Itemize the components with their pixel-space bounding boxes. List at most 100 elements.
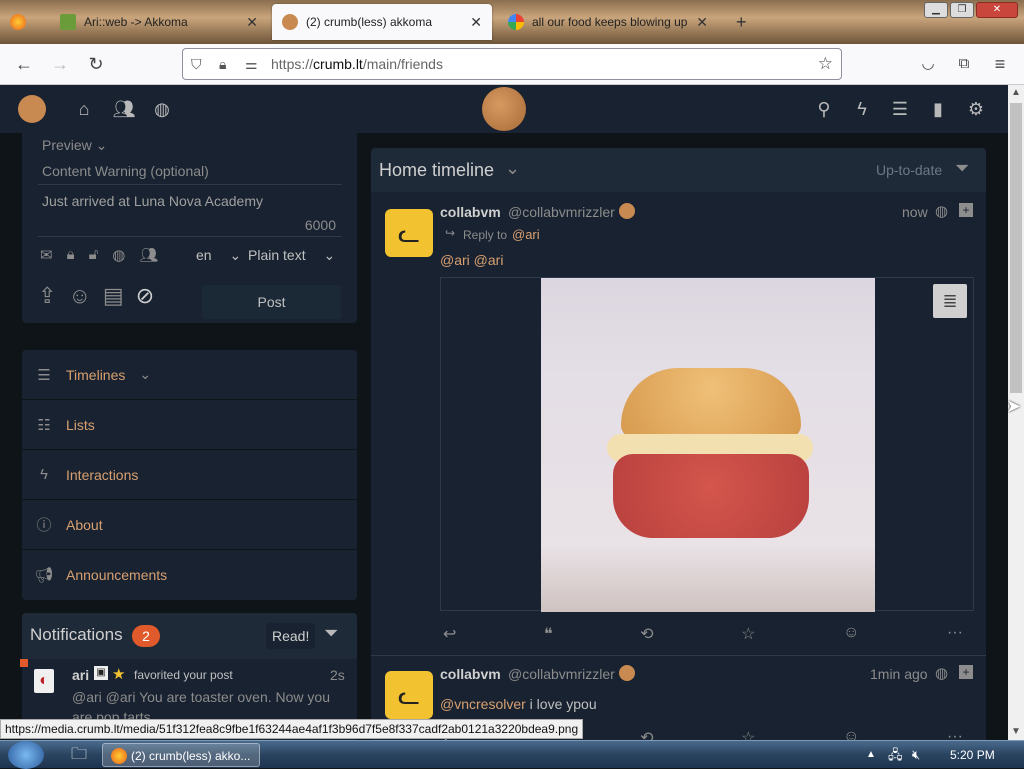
new-tab-button[interactable]: +	[726, 4, 756, 40]
pocket-icon[interactable]: ◡	[916, 52, 940, 76]
top-navigation: ⌂ 👥︎ ◍ ⚲ ϟ ☰ ▮ ⚙	[0, 85, 1008, 133]
emoji-react-icon[interactable]: ☺	[843, 728, 859, 740]
repeat-icon[interactable]: ⟲	[640, 624, 653, 644]
eye-slash-icon[interactable]: ⊘	[136, 283, 154, 309]
url-bar[interactable]: ⛉ 🔒︎ ⚌ https://crumb.lt/main/friends ☆	[182, 48, 842, 80]
alt-text-icon[interactable]: ≣	[933, 284, 967, 318]
start-button[interactable]	[8, 741, 44, 769]
search-icon[interactable]: ⚲	[812, 97, 836, 121]
taskbar-clock[interactable]: 5:20 PM	[950, 743, 995, 767]
compose-tools: ⇪ ☺ ▤ ⊘	[38, 283, 154, 309]
post-button[interactable]: Post	[202, 285, 341, 319]
post-mentions[interactable]: @ari @ari	[440, 252, 503, 268]
network-icon[interactable]: 🖧︎	[888, 743, 903, 767]
users-icon[interactable]: 👥︎	[112, 97, 136, 121]
post-author-handle[interactable]: @collabvmrizzler	[508, 204, 615, 220]
volume-muted-icon[interactable]: 🔇︎	[912, 743, 920, 767]
user-avatar[interactable]: ᓚ	[385, 671, 433, 719]
show-hidden-icons[interactable]: ▲	[866, 743, 876, 767]
list-icon[interactable]: ☰	[888, 97, 912, 121]
tab-google[interactable]: all our food keeps blowing up ✕	[498, 4, 718, 40]
bolt-icon[interactable]: ϟ	[850, 97, 874, 121]
timeline-status: Up-to-date	[876, 162, 943, 178]
close-window-button[interactable]: ✕	[976, 2, 1018, 18]
menu-announcements[interactable]: 📢︎ Announcements	[22, 550, 357, 600]
unlock-icon[interactable]: 🔓︎	[89, 246, 99, 264]
menu-interactions[interactable]: ϟ Interactions	[22, 450, 357, 500]
chevron-down-icon[interactable]: ⌄	[505, 158, 520, 179]
mention-link[interactable]: @vncresolver	[440, 696, 526, 712]
taskbar-firefox-window[interactable]: (2) crumb(less) akko...	[102, 743, 260, 767]
globe-icon[interactable]: ◍	[150, 97, 174, 121]
close-icon[interactable]: ✕	[246, 14, 258, 31]
reply-to-link[interactable]: @ari	[512, 227, 540, 242]
reload-icon[interactable]: ↻	[84, 52, 108, 76]
lock-icon[interactable]: 🔒︎	[67, 246, 75, 264]
post-author-name[interactable]: collabvm	[440, 666, 501, 682]
post-author-name[interactable]: collabvm	[440, 204, 501, 220]
repeat-icon[interactable]: ⟲	[640, 728, 653, 740]
notification-user[interactable]: ari	[72, 667, 89, 683]
home-icon[interactable]: ⌂	[72, 97, 96, 121]
format-select[interactable]: Plain text ⌄	[248, 247, 335, 264]
content-warning-input[interactable]: Content Warning (optional)	[38, 159, 342, 185]
shield-icon[interactable]: ⛉	[191, 49, 202, 79]
post-time[interactable]: 1min ago	[870, 666, 928, 682]
upload-icon[interactable]: ⇪	[38, 283, 56, 309]
scrollbar-thumb[interactable]	[1010, 103, 1022, 393]
permissions-icon[interactable]: ⚌	[245, 49, 258, 79]
reply-icon[interactable]: ↩	[443, 624, 456, 644]
timeline-header: Home timeline ⌄ Up-to-date ⏷	[371, 148, 986, 192]
close-icon[interactable]: ✕	[470, 14, 482, 31]
timeline-panel: Home timeline ⌄ Up-to-date ⏷ ᓚ collabvm …	[371, 148, 986, 740]
extensions-icon[interactable]: ⧉	[952, 52, 976, 76]
more-icon[interactable]: ···	[947, 728, 963, 740]
quote-icon[interactable]: ❝	[544, 624, 553, 644]
user-avatar[interactable]: ᓚ	[385, 209, 433, 257]
favorite-star-icon[interactable]: ☆	[741, 728, 755, 740]
bookmark-icon[interactable]: ▮	[926, 97, 950, 121]
users-icon[interactable]: 👥︎	[139, 246, 158, 264]
expand-icon[interactable]: +	[959, 203, 973, 217]
scroll-down-icon[interactable]: ▼	[1008, 724, 1024, 740]
logo-cookie-icon[interactable]	[18, 95, 46, 123]
menu-icon[interactable]: ≡	[988, 52, 1012, 76]
gear-icon[interactable]: ⚙	[964, 97, 988, 121]
envelope-icon[interactable]: ✉	[40, 246, 53, 264]
post-time[interactable]: now	[902, 204, 928, 220]
menu-lists[interactable]: ☷ Lists	[22, 400, 357, 450]
timeline-title[interactable]: Home timeline	[379, 160, 494, 181]
filter-icon[interactable]: ⏷	[324, 623, 338, 644]
explorer-icon[interactable]: 🗀︎	[64, 743, 94, 767]
tab-crumbless[interactable]: (2) crumb(less) akkoma ✕	[272, 4, 492, 40]
language-select[interactable]: en ⌄	[196, 247, 241, 264]
minimize-button[interactable]: ▁	[924, 2, 948, 18]
more-icon[interactable]: ···	[947, 624, 963, 644]
mark-read-button[interactable]: Read!	[266, 623, 316, 649]
lock-icon[interactable]: 🔒︎	[219, 49, 226, 79]
tab-ari-web[interactable]: Ari::web -> Akkoma ✕	[50, 4, 268, 40]
emoji-icon[interactable]: ☺	[68, 283, 90, 309]
favorite-star-icon[interactable]: ☆	[741, 624, 755, 644]
filter-icon[interactable]: ⏷	[955, 158, 969, 179]
emoji-react-icon[interactable]: ☺	[843, 624, 859, 644]
expand-icon[interactable]: +	[959, 665, 973, 679]
post-attachment[interactable]: ≣	[440, 277, 974, 612]
star-icon[interactable]: ☆	[818, 49, 833, 79]
menu-about[interactable]: ⓘ About	[22, 500, 357, 550]
forward-arrow-icon[interactable]: →	[48, 52, 72, 76]
scroll-up-icon[interactable]: ▲	[1008, 85, 1024, 101]
close-icon[interactable]: ✕	[696, 14, 708, 31]
back-arrow-icon[interactable]: ←	[12, 52, 36, 76]
burger-image[interactable]	[541, 278, 875, 612]
maximize-button[interactable]: ❐	[950, 2, 974, 18]
site-logo-cookie[interactable]	[482, 87, 526, 131]
status-textarea[interactable]: Just arrived at Luna Nova Academy 6000	[38, 189, 342, 237]
user-avatar[interactable]: ◐	[34, 669, 54, 693]
poll-icon[interactable]: ▤	[103, 283, 124, 309]
post-author-handle[interactable]: @collabvmrizzler	[508, 666, 615, 682]
globe-icon[interactable]: ◍	[112, 246, 125, 264]
firefox-menu-tab[interactable]	[0, 4, 44, 40]
menu-timelines[interactable]: ☰ Timelines ⌄	[22, 350, 357, 400]
preview-toggle[interactable]: Preview ⌄	[42, 137, 107, 154]
